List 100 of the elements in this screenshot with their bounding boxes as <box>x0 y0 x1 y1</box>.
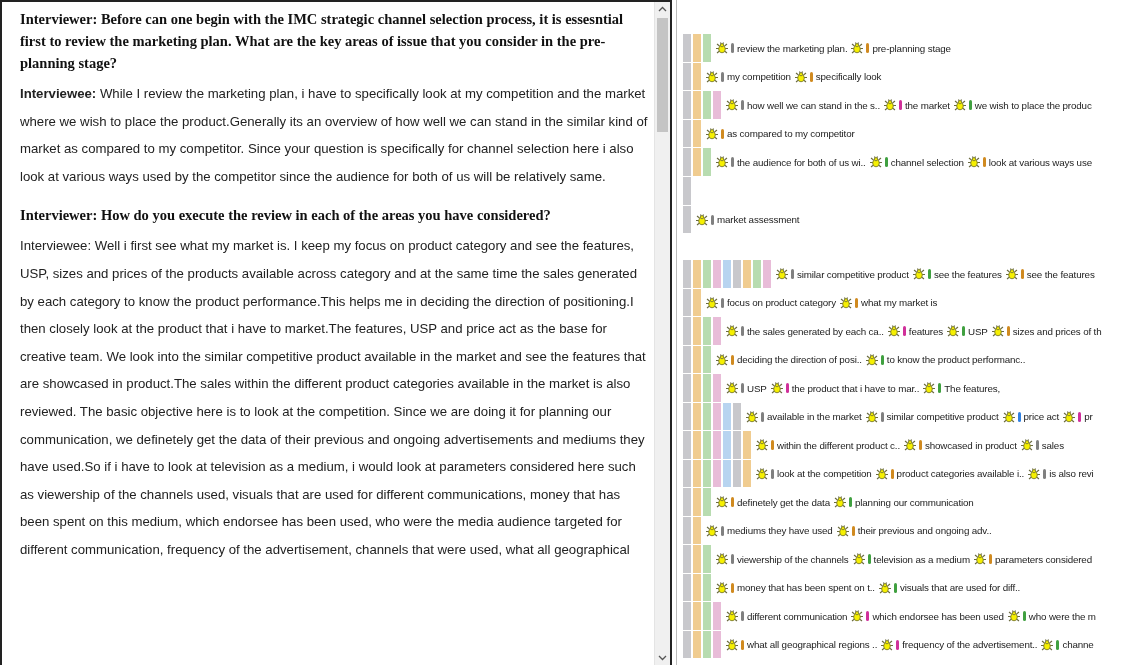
coding-stripe[interactable] <box>693 34 701 62</box>
coding-stripe[interactable] <box>693 516 701 544</box>
coding-stripe[interactable] <box>703 374 711 402</box>
coding-stripe[interactable] <box>683 630 691 658</box>
code-label[interactable]: look at various ways use <box>988 156 1092 168</box>
code-label[interactable]: channe <box>1062 639 1094 651</box>
scroll-thumb[interactable] <box>657 18 668 132</box>
coding-stripe[interactable] <box>683 488 691 516</box>
code-label[interactable]: pr <box>1084 411 1093 423</box>
code-label[interactable]: visuals that are used for diff.. <box>899 582 1021 594</box>
coding-stripe[interactable] <box>693 402 701 430</box>
code-label[interactable]: specifically look <box>815 71 882 83</box>
code-label[interactable]: planning our communication <box>854 496 974 508</box>
coding-stripe[interactable] <box>683 345 691 373</box>
code-label[interactable]: how well we can stand in the s.. <box>747 99 880 111</box>
coding-stripe[interactable] <box>713 402 721 430</box>
coding-stripe[interactable] <box>683 205 691 233</box>
coding-stripe[interactable] <box>693 62 701 90</box>
code-label[interactable]: sizes and prices of th <box>1012 325 1102 337</box>
coding-stripe[interactable] <box>693 288 701 316</box>
code-label[interactable]: definetely get the data <box>737 496 830 508</box>
code-label[interactable]: money that has been spent on t.. <box>737 582 875 594</box>
coding-stripe[interactable] <box>713 260 721 288</box>
coding-stripe[interactable] <box>713 459 721 487</box>
scrollbar[interactable] <box>654 2 670 665</box>
coding-stripe[interactable] <box>713 630 721 658</box>
code-label[interactable]: showcased in product <box>925 439 1017 451</box>
code-label[interactable]: we wish to place the produc <box>974 99 1092 111</box>
coding-stripe[interactable] <box>743 459 751 487</box>
coding-stripe[interactable] <box>733 260 741 288</box>
coding-stripe[interactable] <box>693 573 701 601</box>
coding-stripe[interactable] <box>683 374 691 402</box>
code-label[interactable]: their previous and ongoing adv.. <box>857 525 992 537</box>
code-label[interactable]: which endorsee has been used <box>872 610 1004 622</box>
coding-stripe[interactable] <box>683 459 691 487</box>
code-label[interactable]: channel selection <box>890 156 964 168</box>
coding-stripe[interactable] <box>693 602 701 630</box>
coding-stripe[interactable] <box>693 459 701 487</box>
code-label[interactable]: to know the product performanc.. <box>886 354 1026 366</box>
coding-stripe[interactable] <box>683 119 691 147</box>
code-label[interactable]: mediums they have used <box>727 525 833 537</box>
code-label[interactable]: what my market is <box>861 297 938 309</box>
code-label[interactable]: price act <box>1023 411 1060 423</box>
coding-stripe[interactable] <box>703 459 711 487</box>
code-label[interactable]: the product that i have to mar.. <box>791 382 920 394</box>
coding-stripe[interactable] <box>693 431 701 459</box>
coding-stripe[interactable] <box>693 119 701 147</box>
code-label[interactable]: USP <box>747 382 767 394</box>
coding-stripe[interactable] <box>683 602 691 630</box>
coding-stripe[interactable] <box>723 402 731 430</box>
coding-stripe[interactable] <box>703 91 711 119</box>
code-label[interactable]: see the features <box>933 268 1002 280</box>
coding-stripe[interactable] <box>733 459 741 487</box>
code-label[interactable]: The features, <box>944 382 1001 394</box>
coding-stripe[interactable] <box>683 34 691 62</box>
code-label[interactable]: focus on product category <box>727 297 836 309</box>
coding-stripe[interactable] <box>693 345 701 373</box>
code-label[interactable]: different communication <box>747 610 848 622</box>
code-label[interactable]: market assessment <box>717 214 800 226</box>
coding-stripe[interactable] <box>693 260 701 288</box>
coding-stripe[interactable] <box>693 630 701 658</box>
coding-stripe[interactable] <box>743 431 751 459</box>
code-label[interactable]: available in the market <box>767 411 862 423</box>
coding-stripe[interactable] <box>683 402 691 430</box>
coding-stripe[interactable] <box>743 260 751 288</box>
code-label[interactable]: pre-planning stage <box>872 42 951 54</box>
coding-stripe[interactable] <box>763 260 771 288</box>
coding-stripe[interactable] <box>683 288 691 316</box>
coding-stripe[interactable] <box>723 431 731 459</box>
coding-stripe[interactable] <box>703 317 711 345</box>
coding-stripe[interactable] <box>703 345 711 373</box>
code-label[interactable]: viewership of the channels <box>737 553 849 565</box>
code-label[interactable]: as compared to my competitor <box>727 128 855 140</box>
coding-stripe[interactable] <box>703 630 711 658</box>
coding-stripe[interactable] <box>753 260 761 288</box>
coding-stripe[interactable] <box>713 602 721 630</box>
coding-stripe[interactable] <box>713 91 721 119</box>
code-label[interactable]: frequency of the advertisement.. <box>902 639 1038 651</box>
code-label[interactable]: product categories available i.. <box>896 468 1025 480</box>
coding-stripe[interactable] <box>683 148 691 176</box>
coding-stripe[interactable] <box>723 260 731 288</box>
coding-stripe[interactable] <box>693 317 701 345</box>
code-label[interactable]: USP <box>968 325 988 337</box>
code-label[interactable]: similar competitive product <box>886 411 999 423</box>
code-label[interactable]: see the features <box>1026 268 1095 280</box>
code-label[interactable]: deciding the direction of posi.. <box>737 354 862 366</box>
coding-stripe[interactable] <box>713 317 721 345</box>
coding-stripe[interactable] <box>703 148 711 176</box>
coding-stripe[interactable] <box>733 402 741 430</box>
code-label[interactable]: sales <box>1041 439 1064 451</box>
code-label[interactable]: the sales generated by each ca.. <box>747 325 884 337</box>
code-label[interactable]: who were the m <box>1028 610 1096 622</box>
coding-stripe[interactable] <box>733 431 741 459</box>
code-label[interactable]: the market <box>905 99 950 111</box>
coding-stripe[interactable] <box>683 260 691 288</box>
coding-stripe[interactable] <box>693 488 701 516</box>
code-label[interactable]: review the marketing plan. <box>737 42 848 54</box>
code-label[interactable]: the audience for both of us wi.. <box>737 156 866 168</box>
coding-stripe[interactable] <box>683 62 691 90</box>
coding-stripe[interactable] <box>703 573 711 601</box>
